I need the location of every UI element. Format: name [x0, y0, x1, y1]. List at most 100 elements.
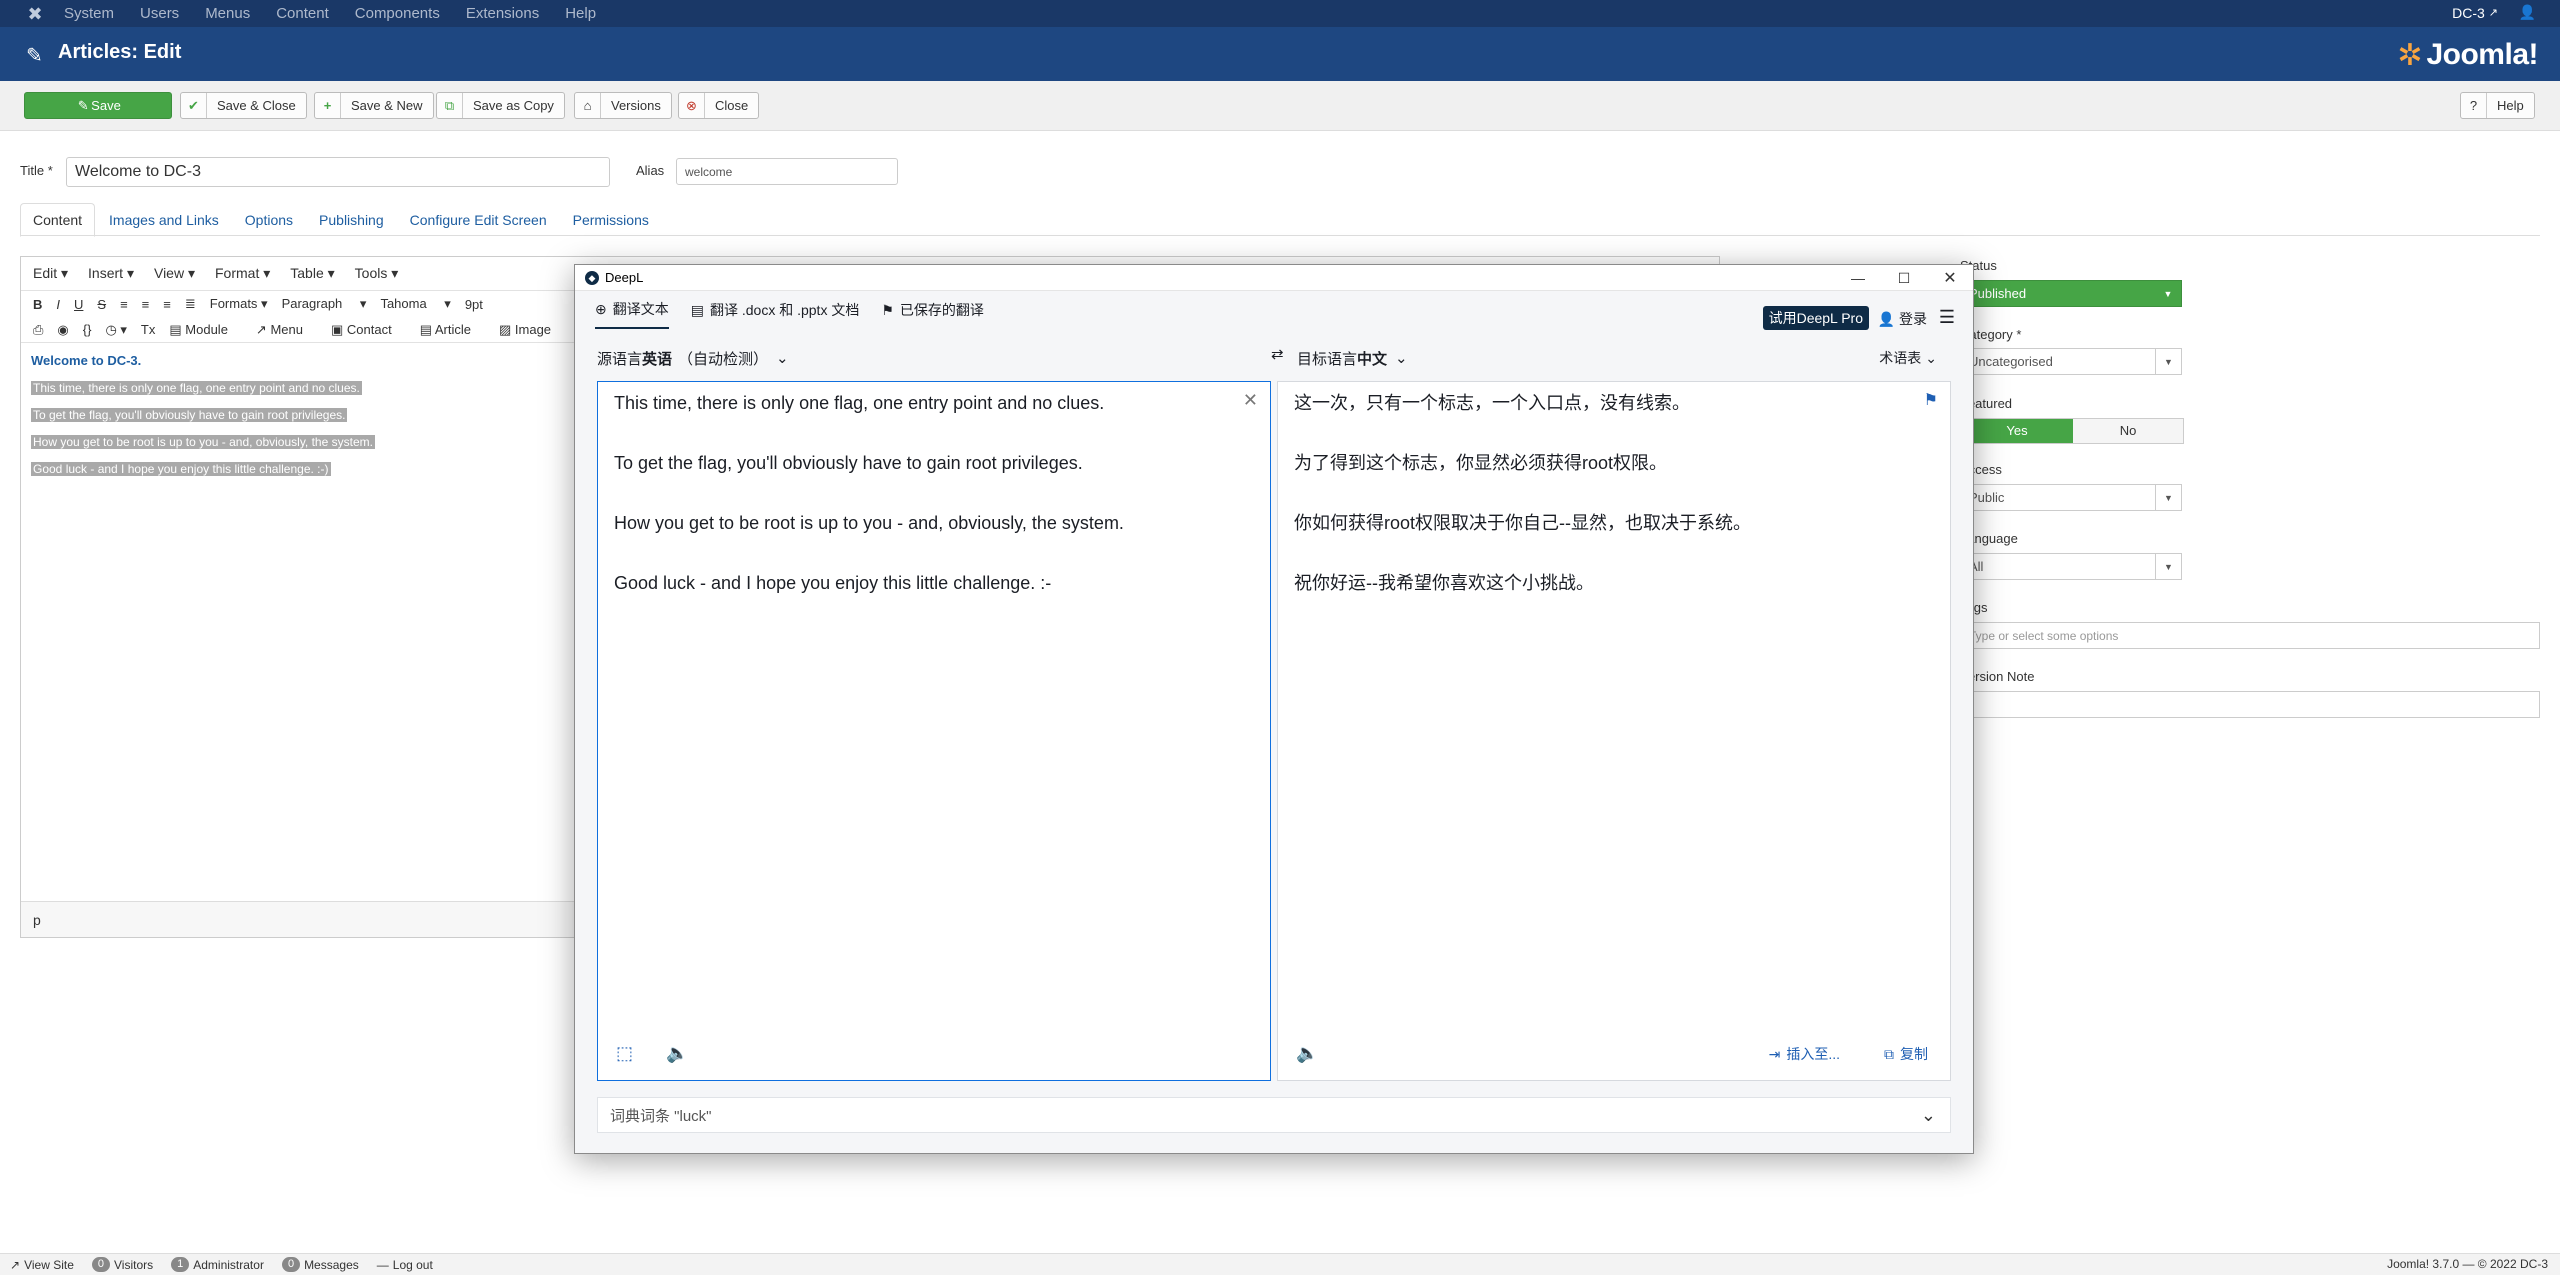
editor-menu-insert[interactable]: Insert ▾ [88, 265, 134, 282]
tab-saved-translations[interactable]: ⚑ 已保存的翻译 [881, 291, 984, 329]
insert-image-button[interactable]: ▨ Image [499, 322, 565, 338]
tabs: Content Images and Links Options Publish… [20, 202, 663, 237]
chevron-down-icon: ⌄ [1920, 1104, 1936, 1125]
align-center-icon[interactable]: ≡ [142, 297, 150, 312]
visitors-label: Visitors [114, 1257, 154, 1272]
insert-module-button[interactable]: ▤ Module [169, 322, 242, 338]
swap-languages-icon[interactable]: ⇄ [1271, 345, 1284, 371]
clear-format-icon[interactable]: Tx [141, 322, 155, 337]
close-icon[interactable]: ✕ [1927, 265, 1973, 291]
source-language-selector[interactable]: 源语言 英语 （自动检测） ⌄ [597, 345, 789, 371]
access-select[interactable]: Public ▼ [1960, 484, 2182, 511]
site-link[interactable]: DC-3 ↗ [2452, 0, 2498, 27]
title-input[interactable]: Welcome to DC-3 [66, 157, 610, 187]
dictionary-entry[interactable]: 词典词条 "luck" ⌄ [597, 1097, 1951, 1133]
close-button[interactable]: ⊗ Close [678, 92, 760, 119]
language-select[interactable]: All ▼ [1960, 553, 2182, 580]
maximize-icon[interactable]: ☐ [1881, 265, 1927, 291]
tab-images-links[interactable]: Images and Links [97, 204, 231, 236]
italic-icon[interactable]: I [56, 297, 60, 312]
print-icon[interactable]: ⎙ [33, 322, 43, 338]
menu-menus[interactable]: Menus [205, 0, 250, 27]
category-select[interactable]: Uncategorised ▼ [1960, 348, 2182, 375]
saved-translations-label: 已保存的翻译 [899, 302, 984, 318]
underline-icon[interactable]: U [74, 297, 83, 312]
strikethrough-icon[interactable]: S [97, 297, 106, 312]
view-site-link[interactable]: ↗ View Site [10, 1258, 74, 1272]
menu-components[interactable]: Components [355, 0, 440, 27]
system-menu: System Users Menus Content Components Ex… [64, 0, 622, 27]
bookmark-icon[interactable]: ⚑ [1924, 390, 1938, 410]
insert-contact-button[interactable]: ▣ Contact [331, 322, 406, 338]
featured-no-button[interactable]: No [2073, 419, 2183, 443]
menu-help[interactable]: Help [565, 0, 596, 27]
minimize-icon[interactable]: — [1835, 265, 1881, 291]
insert-article-button[interactable]: ▤ Article [420, 322, 485, 338]
align-left-icon[interactable]: ≡ [120, 297, 128, 312]
speaker-icon[interactable]: 🔈 [1296, 1043, 1318, 1064]
editor-menu-edit[interactable]: Edit ▾ [33, 265, 68, 282]
menu-users[interactable]: Users [140, 0, 179, 27]
align-right-icon[interactable]: ≡ [163, 297, 171, 312]
size-dropdown[interactable]: 9pt [465, 297, 483, 312]
visitors-link[interactable]: 0 Visitors [91, 1257, 154, 1272]
featured-yes-button[interactable]: Yes [1961, 419, 2073, 443]
menu-extensions[interactable]: Extensions [466, 0, 539, 27]
save-button[interactable]: ✎ Save [24, 92, 172, 119]
clear-text-icon[interactable]: ✕ [1243, 390, 1258, 411]
copy-button[interactable]: ⧉ 复制 [1884, 1044, 1928, 1064]
source-text-area[interactable]: This time, there is only one flag, one e… [597, 381, 1271, 1081]
tab-options[interactable]: Options [233, 204, 305, 236]
tab-publishing[interactable]: Publishing [307, 204, 396, 236]
editor-menu-table[interactable]: Table ▾ [290, 265, 334, 282]
menu-content[interactable]: Content [276, 0, 329, 27]
justify-icon[interactable]: ≣ [185, 296, 196, 312]
version-note-input[interactable] [1960, 691, 2540, 718]
tab-translate-text[interactable]: ⊕ 翻译文本 [595, 291, 669, 329]
glossary-button[interactable]: 术语表 ⌄ [1879, 345, 1937, 371]
messages-link[interactable]: 0 Messages [281, 1257, 359, 1272]
save-new-button[interactable]: + Save & New [314, 92, 434, 119]
select-area-icon[interactable]: ⬚ [616, 1043, 633, 1064]
font-dropdown[interactable]: Tahoma ▾ [380, 296, 450, 312]
admin-count: 1 [171, 1257, 190, 1272]
time-icon[interactable]: ◷ ▾ [105, 322, 126, 338]
help-label: Help [2497, 98, 2524, 113]
paragraph-dropdown[interactable]: Paragraph ▾ [282, 296, 367, 312]
preview-icon[interactable]: ◉ [57, 322, 68, 338]
menu-system[interactable]: System [64, 0, 114, 27]
administrator-link[interactable]: 1 Administrator [171, 1257, 264, 1272]
chevron-down-icon: ⌄ [1925, 349, 1937, 366]
help-button[interactable]: ? Help [2460, 92, 2535, 119]
joomla-menu-icon[interactable]: ✖ [24, 3, 46, 25]
save-close-button[interactable]: ✔ Save & Close [180, 92, 307, 119]
logout-link[interactable]: — Log out [377, 1258, 433, 1272]
alias-input[interactable]: welcome [676, 158, 898, 185]
login-button[interactable]: 👤 登录 [1878, 309, 1927, 329]
tab-translate-documents[interactable]: ▤ 翻译 .docx 和 .pptx 文档 [691, 291, 860, 329]
try-pro-button[interactable]: 试用DeepL Pro [1762, 306, 1869, 330]
tab-permissions[interactable]: Permissions [561, 204, 661, 236]
editor-menu-view[interactable]: View ▾ [154, 265, 195, 282]
tab-configure-edit-screen[interactable]: Configure Edit Screen [398, 204, 559, 236]
code-icon[interactable]: {} [83, 322, 92, 337]
visitors-count: 0 [91, 1257, 110, 1272]
formats-dropdown[interactable]: Formats ▾ [210, 296, 268, 312]
versions-button[interactable]: ⌂ Versions [574, 92, 672, 119]
insert-to-button[interactable]: ⇥ 插入至... [1769, 1044, 1840, 1064]
tags-input[interactable]: Type or select some options [1960, 622, 2540, 649]
insert-menu-button[interactable]: ↗ Menu [256, 322, 317, 338]
element-path[interactable]: p [33, 912, 41, 928]
bold-icon[interactable]: B [33, 297, 42, 312]
speaker-icon[interactable]: 🔈 [666, 1043, 688, 1064]
user-icon[interactable]: 👤 [2519, 4, 2536, 21]
status-select[interactable]: Published ▼ [1960, 280, 2182, 307]
save-copy-button[interactable]: ⧉ Save as Copy [436, 92, 565, 119]
editor-menu-format[interactable]: Format ▾ [215, 265, 270, 282]
hamburger-menu-icon[interactable]: ☰ [1939, 307, 1955, 328]
target-language-selector[interactable]: 目标语言 中文 ⌄ [1297, 345, 1408, 371]
tab-content[interactable]: Content [20, 202, 96, 237]
target-lang-prefix: 目标语言 [1297, 350, 1358, 368]
save-new-label: Save & New [351, 98, 423, 113]
editor-menu-tools[interactable]: Tools ▾ [355, 265, 399, 282]
